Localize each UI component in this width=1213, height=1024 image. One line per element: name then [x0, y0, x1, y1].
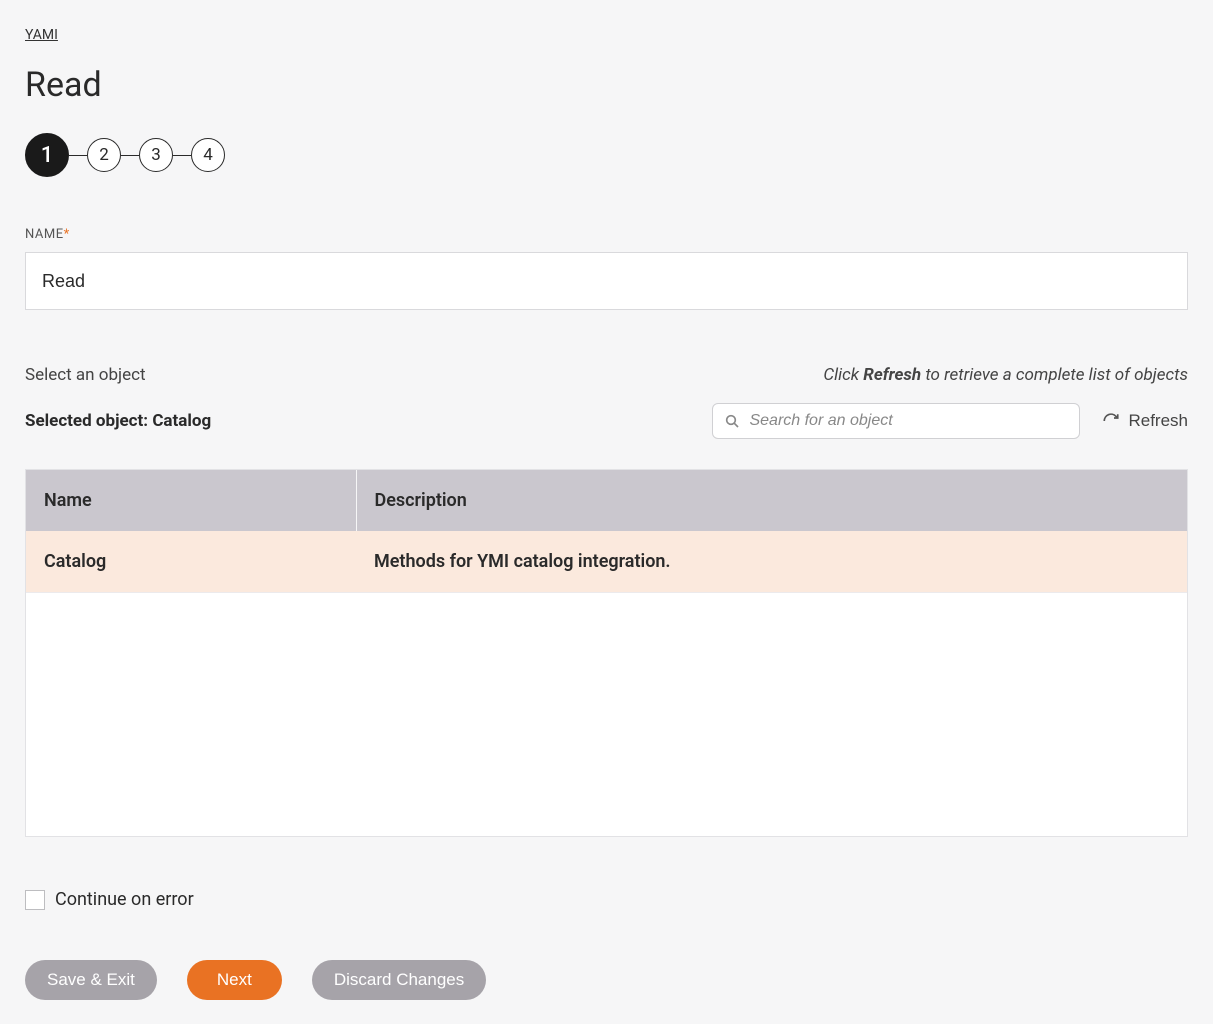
refresh-button[interactable]: Refresh	[1102, 411, 1188, 431]
cell-description: Methods for YMI catalog integration.	[356, 531, 1187, 593]
refresh-icon	[1102, 412, 1120, 430]
stepper: 1 2 3 4	[25, 133, 1188, 177]
breadcrumb[interactable]: YAMI	[25, 27, 58, 43]
next-button[interactable]: Next	[187, 960, 282, 1000]
step-connector	[121, 155, 139, 156]
step-2[interactable]: 2	[87, 138, 121, 172]
continue-on-error-label[interactable]: Continue on error	[55, 889, 194, 910]
step-3[interactable]: 3	[139, 138, 173, 172]
selected-object-text: Selected object: Catalog	[25, 411, 211, 431]
discard-button[interactable]: Discard Changes	[312, 960, 486, 1000]
cell-name: Catalog	[26, 531, 356, 593]
table-header-description[interactable]: Description	[356, 470, 1187, 531]
step-4[interactable]: 4	[191, 138, 225, 172]
continue-on-error-checkbox[interactable]	[25, 890, 45, 910]
page-title: Read	[25, 65, 1188, 105]
search-icon	[724, 413, 740, 429]
save-exit-button[interactable]: Save & Exit	[25, 960, 157, 1000]
object-table: Name Description Catalog Methods for YMI…	[26, 470, 1187, 593]
search-input[interactable]	[712, 403, 1080, 439]
step-connector	[173, 155, 191, 156]
object-table-container: Name Description Catalog Methods for YMI…	[25, 469, 1188, 837]
name-label: NAME*	[25, 227, 1188, 242]
table-header-name[interactable]: Name	[26, 470, 356, 531]
name-input[interactable]	[25, 252, 1188, 310]
refresh-hint: Click Refresh to retrieve a complete lis…	[823, 365, 1188, 385]
search-wrap	[712, 403, 1080, 439]
step-connector	[69, 155, 87, 156]
table-row[interactable]: Catalog Methods for YMI catalog integrat…	[26, 531, 1187, 593]
step-1[interactable]: 1	[25, 133, 69, 177]
select-object-label: Select an object	[25, 365, 146, 385]
